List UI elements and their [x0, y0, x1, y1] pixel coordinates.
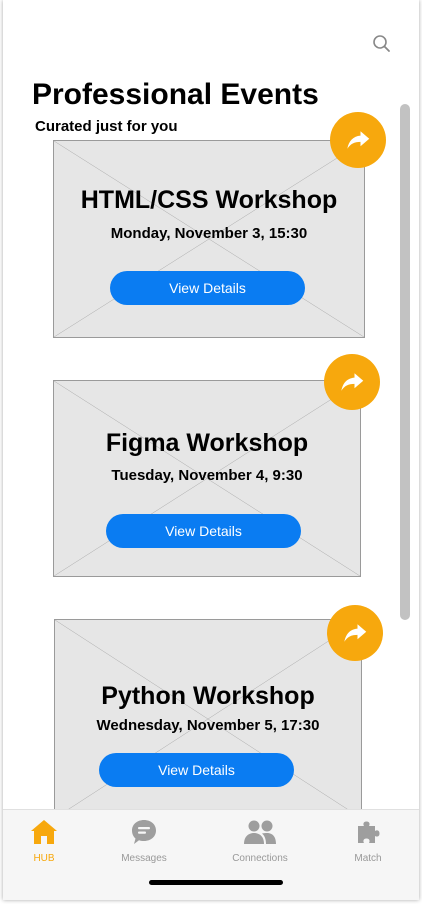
page-title: Professional Events — [32, 78, 319, 111]
share-button[interactable] — [327, 605, 383, 661]
puzzle-icon — [358, 821, 380, 843]
people-icon — [244, 820, 276, 844]
event-title: Figma Workshop — [105, 429, 309, 457]
share-icon — [344, 624, 367, 642]
tab-connections[interactable]: Connections — [215, 818, 305, 864]
event-date: Wednesday, November 5, 17:30 — [96, 717, 320, 734]
tab-messages[interactable]: Messages — [99, 818, 189, 864]
event-title: Python Workshop — [101, 682, 315, 710]
tab-label: Connections — [232, 853, 288, 864]
scrollbar[interactable] — [400, 104, 410, 620]
home-indicator[interactable] — [149, 880, 283, 885]
event-card: Figma Workshop Tuesday, November 4, 9:30… — [53, 380, 361, 577]
event-date: Tuesday, November 4, 9:30 — [111, 467, 303, 484]
view-details-button[interactable]: View Details — [106, 514, 301, 548]
home-icon — [31, 820, 57, 844]
event-title: HTML/CSS Workshop — [80, 186, 338, 214]
message-icon — [132, 820, 156, 844]
page-subtitle: Curated just for you — [35, 118, 178, 135]
tab-label: Messages — [121, 853, 167, 864]
share-icon — [347, 131, 370, 149]
share-button[interactable] — [324, 354, 380, 410]
event-date: Monday, November 3, 15:30 — [110, 225, 308, 242]
tab-match[interactable]: Match — [323, 818, 413, 864]
view-details-button[interactable]: View Details — [99, 753, 294, 787]
view-details-button[interactable]: View Details — [110, 271, 305, 305]
share-button[interactable] — [330, 112, 386, 168]
event-card: HTML/CSS Workshop Monday, November 3, 15… — [53, 140, 365, 338]
phone-screen: Professional Events Curated just for you… — [3, 0, 419, 900]
tab-bar: HUB Messages Connections Match — [3, 809, 419, 900]
tab-hub[interactable]: HUB — [3, 818, 89, 864]
event-card: Python Workshop Wednesday, November 5, 1… — [54, 619, 362, 819]
tab-label: Match — [354, 853, 382, 864]
tab-label: HUB — [33, 853, 55, 864]
share-icon — [341, 373, 364, 391]
search-icon[interactable] — [371, 33, 393, 55]
